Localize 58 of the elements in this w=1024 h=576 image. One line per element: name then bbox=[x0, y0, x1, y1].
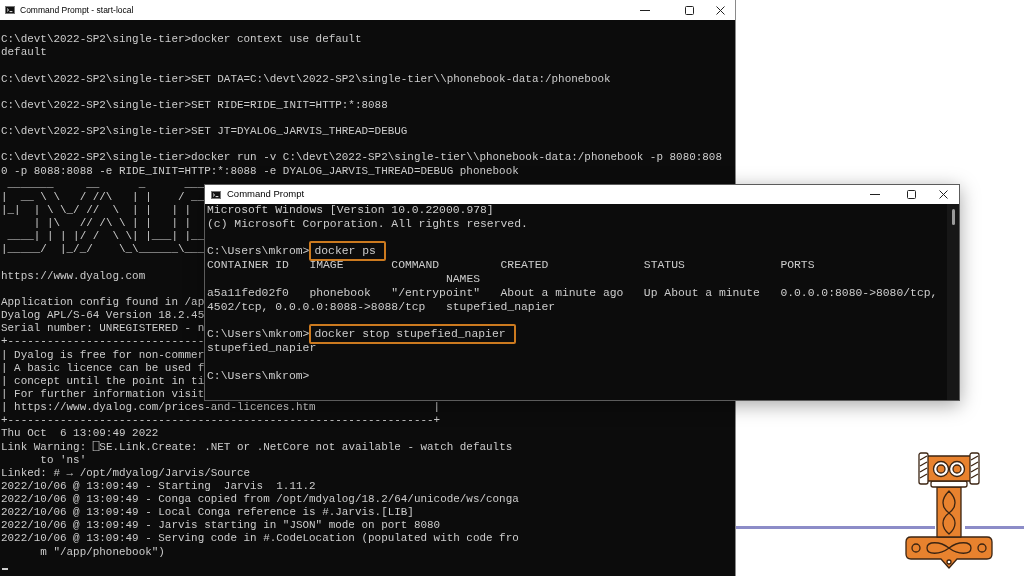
terminal-line: | |\ // /\ \ | | | | bbox=[33, 217, 192, 230]
terminal-line: default bbox=[1, 46, 47, 59]
close-icon bbox=[938, 190, 948, 199]
terminal-icon bbox=[5, 6, 15, 14]
prompt-text: C:\Users\mkrom> bbox=[207, 328, 310, 341]
terminal-line: | concept until the point in ti bbox=[1, 374, 205, 387]
minimize-icon bbox=[640, 9, 650, 11]
highlighted-command: docker ps bbox=[309, 241, 386, 262]
terminal-line: Application config found in /ap bbox=[1, 295, 205, 308]
terminal-line: (c) Microsoft Corporation. All rights reserved. bbox=[207, 217, 528, 230]
terminal-line: | __ \ \ / //\ | | / __ bbox=[1, 190, 205, 203]
close-icon bbox=[715, 5, 725, 15]
terminal-line: a5a11fed02f0 phonebook "/entrypoint" About a minute ago Up About a minute 0.0.0.0:8080->8080/tcp, bbox=[207, 286, 938, 299]
terminal-line: 2022/10/06 @ 13:09:49 - Jarvis starting in "JSON" mode on port 8080 bbox=[1, 519, 441, 532]
terminal-line: Microsoft Windows [Version 10.0.22000.978] bbox=[207, 204, 494, 216]
terminal-line: C:\devt\2022-SP2\single-tier>SET RIDE=RIDE_INIT=HTTP:*:8088 bbox=[1, 98, 388, 111]
terminal-line: C:\devt\2022-SP2\single-tier>SET JT=DYALOG_JARVIS_THREAD=DEBUG bbox=[1, 125, 408, 138]
terminal-line: 2022/10/06 @ 13:09:49 - Local Conga reference is #.Jarvis.[LIB] bbox=[1, 506, 414, 519]
terminal-line: |_____/ |_/_/ \_\______\___ bbox=[1, 243, 205, 256]
terminal-line: +-----------------------------------------------------------------+ bbox=[1, 414, 441, 427]
maximize-icon bbox=[684, 5, 694, 15]
terminal-line: 2022/10/06 @ 13:09:49 - Serving code in #.CodeLocation (populated with code fro bbox=[1, 532, 519, 545]
highlighted-command: docker stop stupefied_napier bbox=[309, 324, 516, 345]
window-title: Command Prompt bbox=[227, 187, 305, 202]
window-title: Command Prompt - start-local bbox=[20, 3, 134, 17]
terminal-line: |_| | \ \_/ // \ | | | | bbox=[1, 203, 192, 216]
terminal-line: NAMES bbox=[445, 273, 481, 285]
terminal-line: C:\devt\2022-SP2\single-tier>docker run -v C:\devt\2022-SP2\single-tier\\phonebook-data:/phonebook -p 8080:808 bbox=[1, 151, 722, 164]
terminal-icon bbox=[211, 190, 221, 199]
scrollbar-thumb[interactable] bbox=[951, 209, 955, 225]
terminal-line: Link Warning: ⎕SE.Link.Create: .NET or .NetCore not available - watch defaults bbox=[1, 440, 513, 453]
terminal-line: 4502/tcp, 0.0.0.0:8088->8088/tcp stupefied_napier bbox=[207, 300, 556, 313]
terminal-line: +------------------------------ bbox=[1, 335, 205, 348]
terminal-line: Serial number: UNREGISTERED - n bbox=[1, 322, 205, 335]
terminal-line: C:\devt\2022-SP2\single-tier>SET DATA=C:\devt\2022-SP2\single-tier\\phonebook-data:/phonebook bbox=[1, 72, 611, 85]
terminal-line: 2022/10/06 @ 13:09:49 - Conga copied from /opt/mdyalog/18.2/64/unicode/ws/conga bbox=[1, 493, 519, 506]
terminal-line: CONTAINER ID IMAGE COMMAND CREATED STATUS PORTS bbox=[207, 259, 815, 272]
minimize-icon bbox=[870, 194, 880, 195]
terminal-line: Thu Oct 6 13:09:49 2022 bbox=[1, 427, 159, 440]
terminal-line: 2022/10/06 @ 13:09:49 - Starting Jarvis 1.11.2 bbox=[1, 479, 316, 492]
terminal-line: | A basic licence can be used f bbox=[1, 361, 205, 374]
prompt-text: C:\Users\mkrom> bbox=[207, 245, 310, 258]
terminal-line: _______ __ _ ___ bbox=[7, 177, 205, 190]
terminal-line: | Dyalog is free for non-commer bbox=[1, 348, 205, 361]
scrollbar[interactable] bbox=[947, 204, 959, 400]
terminal-line: to 'ns' bbox=[40, 453, 87, 466]
terminal-line: C:\Users\mkrom> bbox=[207, 369, 310, 382]
terminal-line: m "/app/phonebook") bbox=[40, 545, 165, 558]
terminal-line: C:\devt\2022-SP2\single-tier>docker context use default bbox=[1, 33, 362, 46]
terminal-line: Dyalog APL/S-64 Version 18.2.45 bbox=[1, 309, 205, 322]
terminal-line: Linked: # → /opt/mdyalog/Jarvis/Source bbox=[1, 466, 251, 479]
hammer-icon bbox=[905, 452, 993, 570]
terminal-line: https://www.dyalog.com bbox=[1, 269, 146, 282]
terminal-line: 0 -p 8088:8088 -e RIDE_INIT=HTTP:*:8088 -e DYALOG_JARVIS_THREAD=DEBUG phonebook bbox=[1, 164, 519, 177]
maximize-icon bbox=[906, 190, 916, 199]
terminal-line: | For further information visit bbox=[1, 387, 205, 400]
terminal-line: ____| | | |/ / \ \| |___| |__ bbox=[7, 230, 205, 243]
terminal-line: | https://www.dyalog.com/prices-and-licences.htm | bbox=[1, 401, 441, 414]
